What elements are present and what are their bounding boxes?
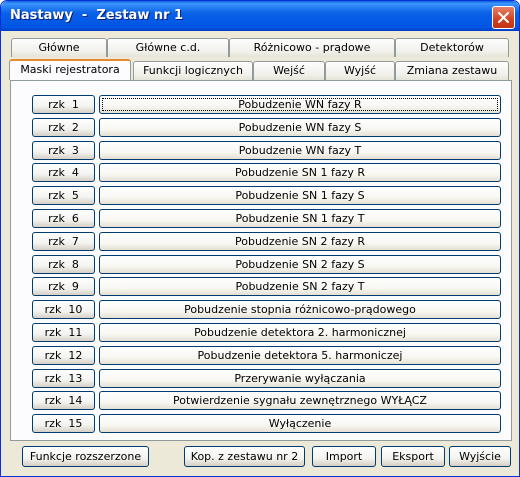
row-button[interactable]: rzk 3 [32, 141, 95, 160]
settings-window: Nastawy - Zestaw nr 1 Główne Główne c.d.… [0, 0, 520, 477]
row-signal-field[interactable]: Pobudzenie WN fazy S [99, 118, 501, 137]
row-signal-field[interactable]: Pobudzenie WN fazy R [99, 95, 501, 114]
close-button[interactable] [492, 6, 515, 29]
row-button[interactable]: rzk 14 [32, 391, 95, 410]
tab-roznicowo-pradowe[interactable]: Różnicowo - prądowe [229, 38, 395, 57]
row-signal-field[interactable]: Wyłączenie [99, 414, 501, 433]
close-icon [498, 12, 509, 23]
row-signal-field[interactable]: Pobudzenie SN 1 fazy R [99, 163, 501, 182]
row-button[interactable]: rzk 11 [32, 323, 95, 342]
row-signal-field[interactable]: Pobudzenie SN 2 fazy R [99, 232, 501, 251]
row-signal-field[interactable]: Potwierdzenie sygnału zewnętrznego WYŁĄC… [99, 391, 501, 410]
row-signal-field[interactable]: Pobudzenie SN 1 fazy T [99, 209, 501, 228]
tab-glowne[interactable]: Główne [11, 38, 107, 57]
row-button[interactable]: rzk 7 [32, 232, 95, 251]
row-signal-field[interactable]: Pobudzenie SN 2 fazy T [99, 277, 501, 296]
row-button[interactable]: rzk 6 [32, 209, 95, 228]
tab-detektorow[interactable]: Detektorów [395, 38, 509, 57]
copy-from-set-button[interactable]: Kop. z zestawu nr 2 [184, 446, 305, 467]
row-button[interactable]: rzk 12 [32, 346, 95, 365]
tab-wyjsc[interactable]: Wyjść [325, 61, 395, 80]
export-button[interactable]: Eksport [381, 446, 445, 467]
row-signal-field[interactable]: Pobudzenie stopnia różnicowo-prądowego [99, 300, 501, 319]
row-button[interactable]: rzk 5 [32, 186, 95, 205]
row-signal-field[interactable]: Pobudzenie detektora 5. harmoniczej [99, 346, 501, 365]
exit-button[interactable]: Wyjście [449, 446, 511, 467]
tab-funkcji-logicznych[interactable]: Funkcji logicznych [133, 61, 253, 80]
row-signal-field[interactable]: Pobudzenie detektora 2. harmonicznej [99, 323, 501, 342]
row-button[interactable]: rzk 2 [32, 118, 95, 137]
title-bar[interactable]: Nastawy - Zestaw nr 1 [1, 1, 519, 31]
import-button[interactable]: Import [312, 446, 376, 467]
row-signal-field[interactable]: Pobudzenie WN fazy T [99, 141, 501, 160]
tab-zmiana-zestawu[interactable]: Zmiana zestawu [395, 61, 509, 80]
row-signal-field[interactable]: Pobudzenie SN 2 fazy S [99, 255, 501, 274]
row-button[interactable]: rzk 10 [32, 300, 95, 319]
row-signal-field[interactable]: Przerywanie wyłączania [99, 369, 501, 388]
tab-maski-rejestratora[interactable]: Maski rejestratora [9, 59, 131, 80]
row-button[interactable]: rzk 1 [32, 95, 95, 114]
window-title: Nastawy - Zestaw nr 1 [10, 8, 184, 23]
row-button[interactable]: rzk 9 [32, 277, 95, 296]
row-signal-field[interactable]: Pobudzenie SN 1 fazy S [99, 186, 501, 205]
extended-functions-button[interactable]: Funkcje rozszerzone [22, 446, 149, 467]
row-button[interactable]: rzk 13 [32, 369, 95, 388]
tab-glowne-cd[interactable]: Główne c.d. [107, 38, 229, 57]
tab-panel-maski-rejestratora: rzk 1 Pobudzenie WN fazy R rzk 2 Pobudze… [10, 80, 512, 441]
tab-wejsc[interactable]: Wejść [253, 61, 325, 80]
row-button[interactable]: rzk 8 [32, 255, 95, 274]
row-button[interactable]: rzk 15 [32, 414, 95, 433]
row-button[interactable]: rzk 4 [32, 163, 95, 182]
